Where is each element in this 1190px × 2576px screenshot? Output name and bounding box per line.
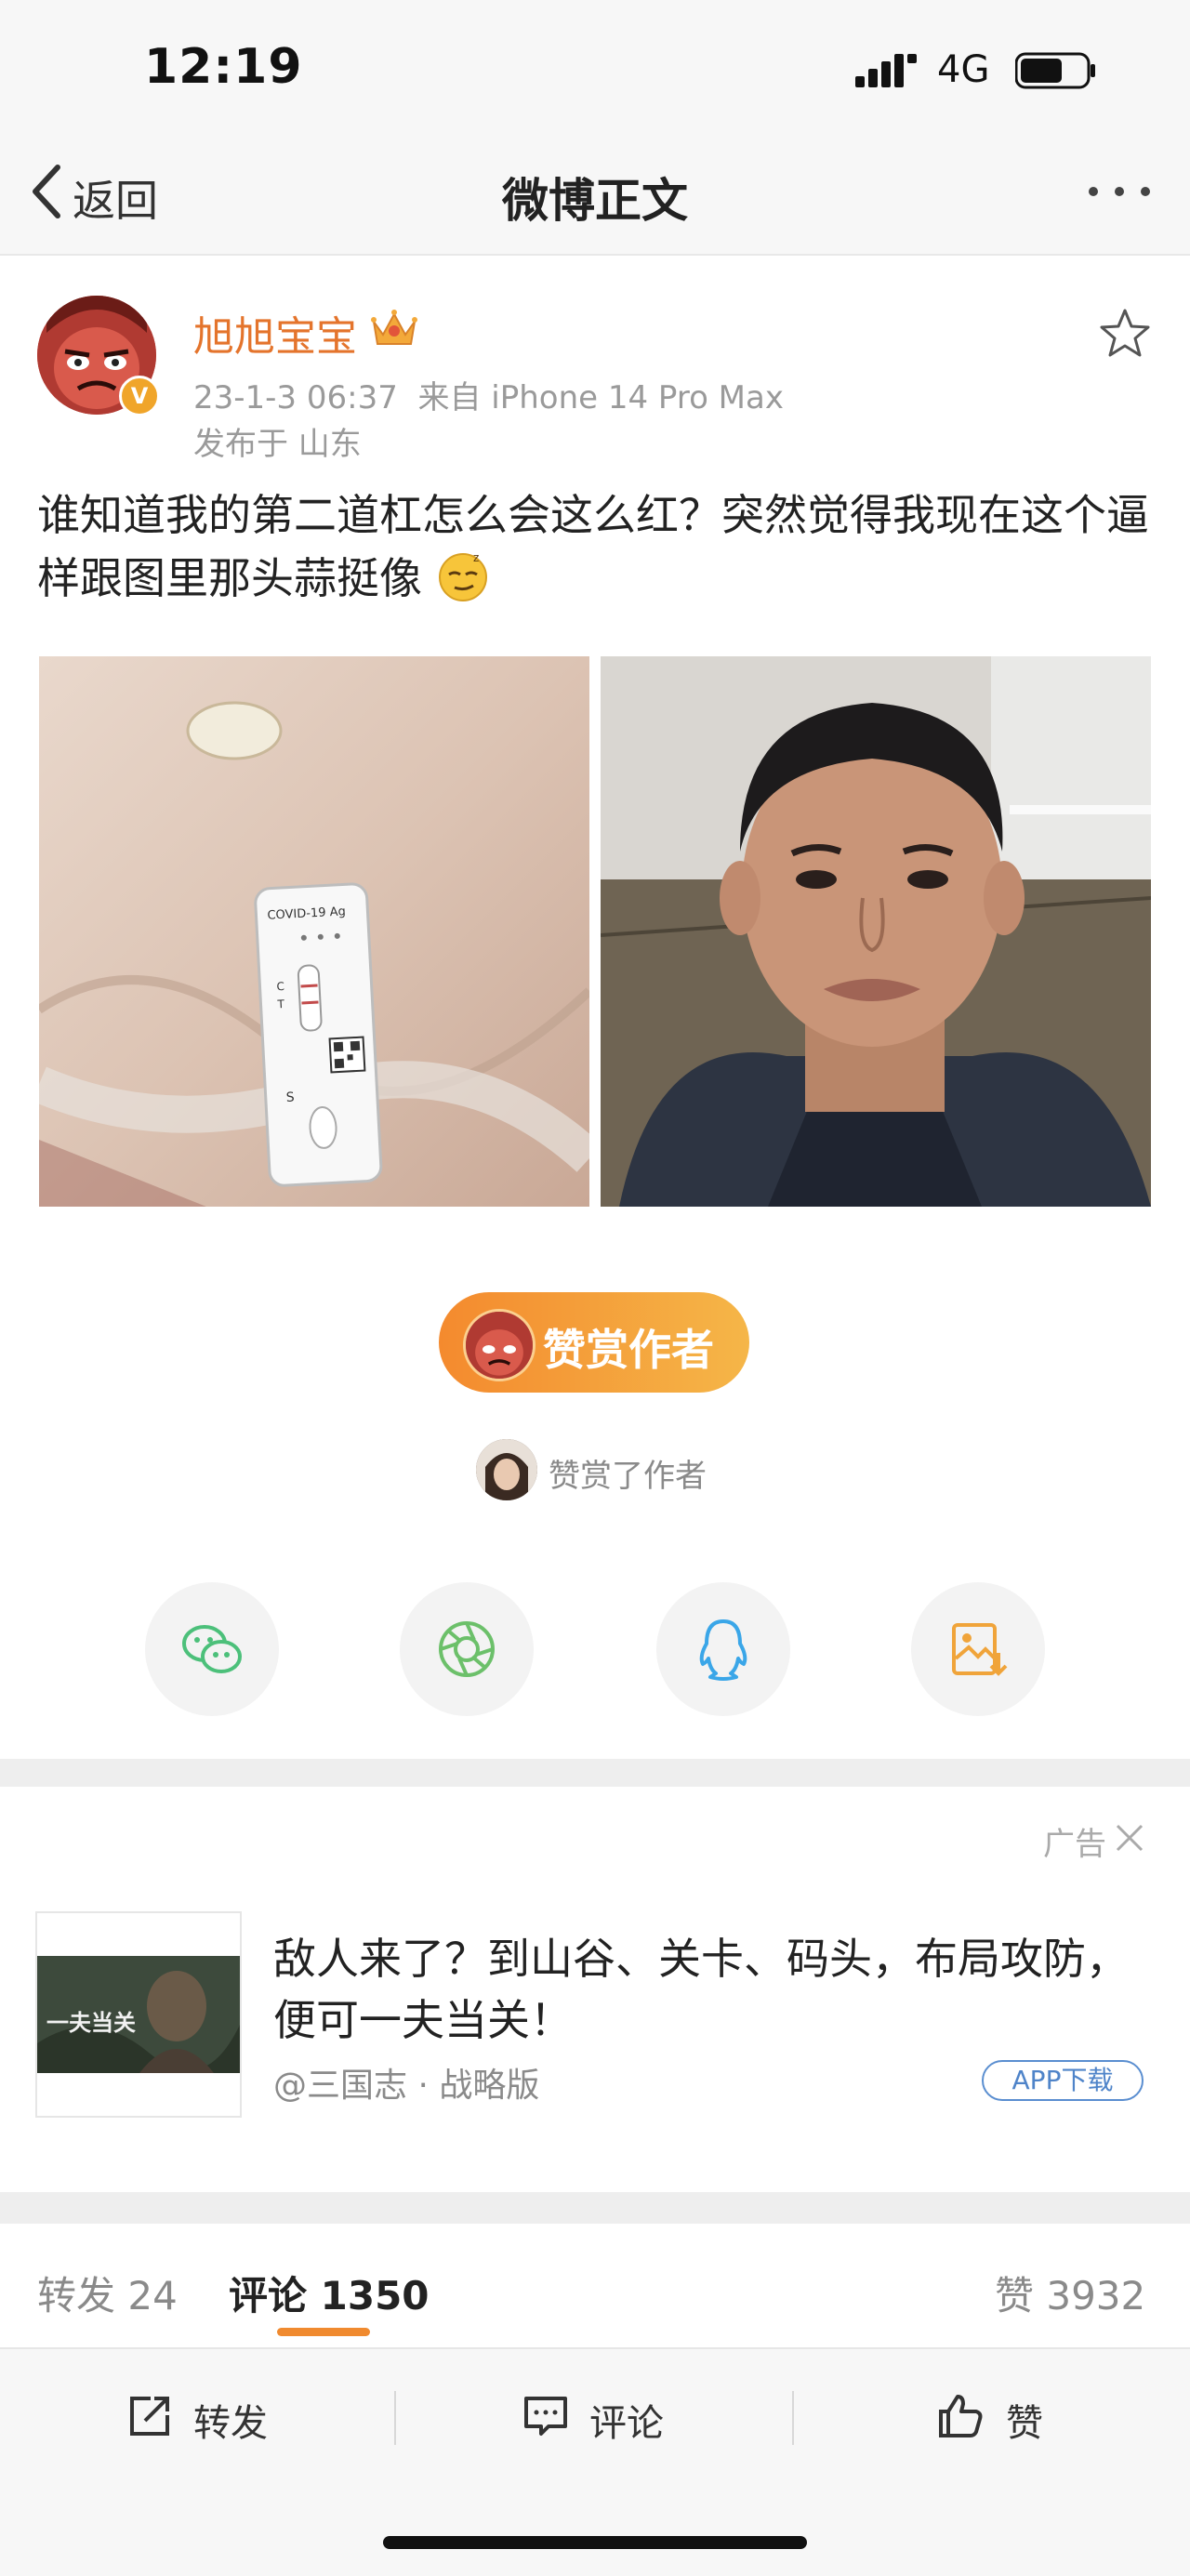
post-body: 谁知道我的第二道杠怎么会这么红？突然觉得我现在这个逼样跟图里那头蒜挺像 [37, 490, 1149, 603]
reward-author-avatar [463, 1309, 536, 1381]
control-line-mark: C [276, 980, 284, 993]
post-timestamp: 23-1-3 06:37 [193, 379, 398, 416]
post-text: 谁知道我的第二道杠怎么会这么红？突然觉得我现在这个逼样跟图里那头蒜挺像 z [37, 483, 1153, 610]
ad-close-icon[interactable] [1114, 1822, 1145, 1854]
ad-thumbnail-text: 一夫当关 [46, 2010, 136, 2036]
post-meta: 23-1-3 06:37 来自 iPhone 14 Pro Max [193, 372, 784, 417]
post-location: 发布于 山东 [193, 426, 362, 463]
comment-button[interactable]: 评论 [589, 2393, 664, 2447]
toolbar-divider [394, 2391, 396, 2445]
post-image-test-kit[interactable]: COVID-19 Ag C T S [39, 656, 589, 1207]
comment-icon[interactable] [521, 2391, 571, 2441]
test-line-mark: T [276, 997, 285, 1011]
tab-comments[interactable]: 评论 1350 [229, 2265, 430, 2321]
svg-text:z: z [473, 551, 479, 564]
network-type: 4G [937, 48, 990, 91]
repost-button[interactable]: 转发 [193, 2393, 268, 2447]
smirk-emoji-icon: z [438, 551, 487, 601]
repost-icon[interactable] [125, 2391, 175, 2441]
sample-well-mark: S [285, 1090, 295, 1105]
share-moments-button[interactable] [400, 1582, 534, 1716]
status-time: 12:19 [144, 39, 303, 95]
ad-title[interactable]: 敌人来了？到山谷、关卡、码头，布局攻防，便可一夫当关！ [273, 1928, 1147, 2051]
home-indicator [383, 2536, 807, 2549]
share-qq-button[interactable] [656, 1582, 790, 1716]
qq-icon [699, 1619, 747, 1681]
save-image-button[interactable] [911, 1582, 1045, 1716]
username[interactable]: 旭旭宝宝 [193, 303, 357, 363]
rewarded-text: 赞赏了作者 [549, 1458, 707, 1495]
wechat-icon [182, 1625, 242, 1673]
section-divider [0, 1759, 1190, 1787]
toolbar-divider [792, 2391, 794, 2445]
save-image-icon [952, 1623, 1008, 1676]
crown-icon [371, 310, 417, 345]
moments-icon [439, 1621, 495, 1677]
tab-likes[interactable]: 赞 3932 [995, 2265, 1145, 2321]
like-button[interactable]: 赞 [1006, 2393, 1043, 2447]
rewarder-avatar[interactable] [476, 1439, 537, 1500]
post-source: 来自 iPhone 14 Pro Max [417, 379, 784, 416]
like-thumb-icon[interactable] [935, 2391, 985, 2441]
tab-reposts[interactable]: 转发 24 [37, 2265, 178, 2321]
share-wechat-button[interactable] [145, 1582, 279, 1716]
active-tab-indicator [277, 2328, 370, 2336]
cellular-signal-icon [855, 54, 917, 87]
ad-thumbnail[interactable]: 一夫当关 [35, 1911, 242, 2118]
section-divider [0, 2192, 1190, 2224]
verified-badge: V [119, 376, 160, 416]
ad-download-button[interactable]: APP下载 [982, 2060, 1144, 2101]
more-options-icon[interactable] [1086, 182, 1153, 201]
battery-icon [1015, 52, 1095, 89]
post-image-selfie[interactable] [601, 656, 1151, 1207]
ad-label: 广告 [1043, 1826, 1106, 1863]
ad-source: @三国志 · 战略版 [273, 2067, 540, 2105]
reward-button-label[interactable]: 赞赏作者 [543, 1316, 714, 1378]
favorite-star-icon[interactable] [1097, 307, 1153, 359]
page-title: 微博正文 [502, 174, 688, 228]
